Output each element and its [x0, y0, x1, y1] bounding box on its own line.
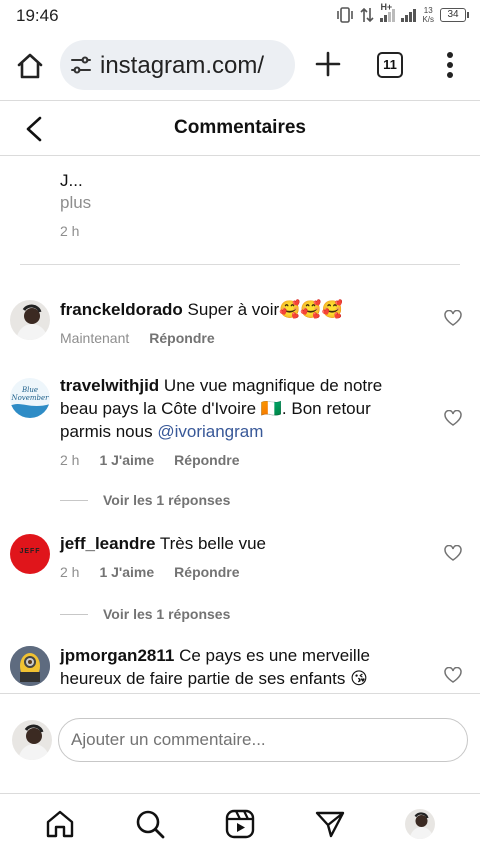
comments-list[interactable]: J... plus 2 h franckeldorado Super à voi… [0, 156, 480, 692]
replies-line [60, 613, 88, 615]
caption-separator [20, 264, 460, 265]
page-title: Commentaires [174, 117, 306, 138]
like-heart-icon[interactable] [444, 410, 462, 426]
comment-meta: 2 h 1 J'aime Répondre [60, 564, 240, 580]
comment-input-bar [0, 693, 480, 793]
reply-button[interactable]: Répondre [149, 330, 214, 346]
avatar[interactable] [10, 300, 50, 340]
comment-meta: Maintenant Répondre [60, 330, 215, 346]
bottom-navigation [0, 793, 480, 854]
data-transfer-icon [360, 7, 375, 23]
caption-text: J... [60, 171, 83, 190]
more-link[interactable]: plus [60, 192, 91, 214]
avatar-logo-line-2: November [11, 394, 49, 402]
comments-header: Commentaires [0, 101, 480, 155]
avatar-photo [10, 300, 50, 340]
network-type: H+ [380, 2, 393, 12]
caption-excerpt: J... plus 2 h [60, 170, 91, 242]
comment-text: jeff_leandre Très belle vue [60, 532, 430, 555]
comment-time: Maintenant [60, 330, 130, 346]
direct-message-icon[interactable] [314, 808, 346, 840]
comment-text: travelwithjid Une vue magnifique de notr… [60, 374, 410, 443]
vibrate-icon [337, 7, 354, 23]
site-settings-icon[interactable] [70, 55, 92, 75]
avatar[interactable]: JEFF [10, 534, 50, 574]
battery-icon: 34 [440, 8, 469, 22]
avatar[interactable] [10, 646, 50, 686]
comment-username[interactable]: franckeldorado [60, 300, 183, 319]
address-bar[interactable]: instagram.com/ [60, 40, 295, 90]
mention-link[interactable]: @ivoriangram [157, 422, 263, 441]
comment-text: franckeldorado Super à voir🥰🥰🥰 [60, 298, 430, 321]
tab-switcher-button[interactable]: 11 [377, 52, 403, 78]
comment-username[interactable]: travelwithjid [60, 376, 159, 395]
view-replies-button[interactable]: Voir les 1 réponses [60, 606, 230, 622]
avatar-logo-line-1: Blue [21, 386, 39, 394]
browser-menu-icon[interactable] [440, 50, 460, 80]
my-avatar [12, 720, 52, 760]
reply-button[interactable]: Répondre [174, 452, 239, 468]
avatar-text: JEFF [19, 548, 41, 555]
avatar-logo-text: Blue November [10, 386, 50, 402]
speed-unit: K/s [422, 15, 434, 24]
comment-username[interactable]: jpmorgan2811 [60, 646, 174, 665]
likes-count[interactable]: 1 J'aime [99, 452, 154, 468]
profile-avatar-photo [405, 809, 435, 839]
caption-time: 2 h [60, 223, 80, 239]
view-replies-label: Voir les 1 réponses [103, 492, 231, 508]
reply-button[interactable]: Répondre [174, 564, 239, 580]
comment-username[interactable]: jeff_leandre [60, 534, 155, 553]
like-heart-icon[interactable] [444, 310, 462, 326]
comment-body: Super à voir🥰🥰🥰 [187, 300, 343, 319]
comment-time: 2 h [60, 564, 80, 580]
network-speed: 13 K/s [422, 6, 434, 24]
new-tab-icon[interactable] [314, 50, 342, 78]
status-icons: H+ 13 K/s 34 [336, 2, 469, 24]
view-replies-label: Voir les 1 réponses [103, 606, 231, 622]
home-icon[interactable] [44, 808, 76, 840]
like-heart-icon[interactable] [444, 545, 462, 561]
reels-icon[interactable] [224, 808, 256, 840]
likes-count[interactable]: 1 J'aime [99, 564, 154, 580]
status-bar: 19:46 H+ 13 K/s 34 [0, 0, 480, 32]
speed-value: 13 [423, 6, 433, 15]
url-text: instagram.com/ [100, 52, 265, 79]
comment-text: jpmorgan2811 Ce pays es une merveille he… [60, 644, 400, 690]
like-heart-icon[interactable] [444, 667, 462, 683]
comment-time: 2 h [60, 452, 80, 468]
search-icon[interactable] [134, 808, 166, 840]
status-time: 19:46 [16, 6, 59, 25]
view-replies-button[interactable]: Voir les 1 réponses [60, 492, 230, 508]
browser-toolbar: instagram.com/ 11 [0, 32, 480, 100]
comment-meta: 2 h 1 J'aime Répondre [60, 452, 240, 468]
avatar[interactable]: Blue November [10, 378, 50, 418]
signal-2-icon [401, 8, 417, 22]
profile-avatar[interactable] [405, 809, 435, 839]
my-avatar-photo [12, 720, 52, 760]
replies-line [60, 499, 88, 501]
avatar-minion-image [10, 646, 50, 686]
comment-input[interactable] [58, 718, 468, 762]
browser-home-icon[interactable] [14, 50, 46, 82]
comment-body: Très belle vue [159, 534, 267, 553]
